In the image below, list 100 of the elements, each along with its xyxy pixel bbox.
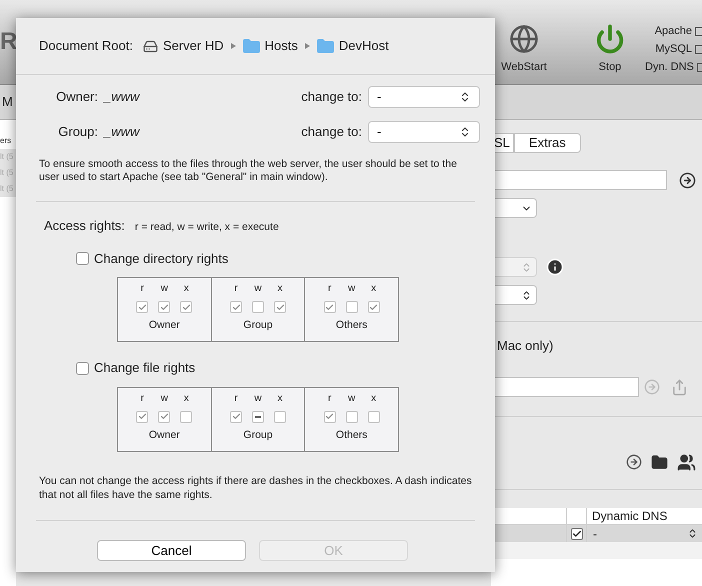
permission-checkbox[interactable] xyxy=(368,410,380,423)
owner-select[interactable]: - xyxy=(368,121,480,143)
app-logo: R xyxy=(0,30,18,54)
group-label: Owner xyxy=(148,428,180,443)
section-checkbox[interactable] xyxy=(76,362,89,374)
permission-letter: r xyxy=(140,392,144,405)
stepper-arrows-icon xyxy=(521,290,532,300)
dash-icon xyxy=(255,416,261,418)
folder-icon xyxy=(242,39,260,53)
section-label[interactable]: Change directory rights xyxy=(94,248,228,268)
permission-checkbox[interactable] xyxy=(346,301,358,314)
row-checkbox[interactable] xyxy=(570,528,582,540)
folder-icon[interactable] xyxy=(651,454,668,470)
permission-checkbox[interactable] xyxy=(252,301,264,314)
permission-letter: w xyxy=(348,392,356,405)
permission-checkbox[interactable] xyxy=(274,410,286,423)
permission-checkbox[interactable] xyxy=(180,410,192,423)
group-label: Others xyxy=(336,318,368,334)
permission-letter: r xyxy=(328,392,332,405)
check-icon xyxy=(138,412,147,422)
sidebar-item[interactable]: ers xyxy=(0,133,16,149)
check-icon xyxy=(182,302,191,312)
permission-letter: x xyxy=(278,392,282,405)
check-icon xyxy=(160,412,169,422)
check-icon xyxy=(160,302,169,312)
column-header[interactable]: Dynamic DNS xyxy=(586,508,702,524)
warning-text: You can not change the access rights if there are dashes in the checkboxes. A dash indicates that not all files have the same rights. xyxy=(39,474,472,502)
legend-text: r = read, w = write, x = execute xyxy=(134,220,279,235)
path-separator-icon xyxy=(230,43,236,49)
permission-checkbox[interactable] xyxy=(136,301,148,314)
permission-checkbox[interactable] xyxy=(180,301,192,314)
owner-label: Owner: xyxy=(55,88,98,106)
folder-icon xyxy=(316,39,334,53)
permission-checkbox[interactable] xyxy=(158,410,170,423)
section-label[interactable]: Change file rights xyxy=(94,358,196,378)
permission-letter: r xyxy=(140,283,144,296)
permission-checkbox[interactable] xyxy=(252,410,264,423)
stepper-arrows-icon xyxy=(459,126,471,138)
permission-letter: x xyxy=(371,392,376,405)
stepper-arrows-icon xyxy=(687,528,698,539)
owner-select[interactable]: - xyxy=(368,86,480,108)
hint-text: To ensure smooth access to the files through the web server, the user should be set to the user used to start Apache (see tab "General" in main window). xyxy=(39,158,458,184)
check-icon xyxy=(232,412,240,422)
permission-letter: r xyxy=(234,392,238,405)
dialog-button[interactable]: Cancel xyxy=(97,540,246,561)
group-label: Owner xyxy=(148,318,180,334)
check-icon xyxy=(232,302,240,312)
panel-tab[interactable]: Extras xyxy=(514,133,581,153)
toolbar-button[interactable]: WebStart xyxy=(494,0,554,84)
section-checkbox[interactable] xyxy=(76,252,89,265)
check-icon xyxy=(325,412,334,422)
permission-letter: x xyxy=(184,392,189,405)
check-icon xyxy=(369,302,378,312)
owner-value: _www xyxy=(104,88,141,106)
toolbar-button[interactable]: Stop xyxy=(585,0,635,84)
service-label: MySQL xyxy=(655,42,692,57)
path-item[interactable]: Server HD xyxy=(142,36,224,56)
permission-checkbox[interactable] xyxy=(136,410,148,423)
permission-letter: w xyxy=(254,283,262,296)
main-tab[interactable]: M xyxy=(2,92,13,112)
service-label: Dyn. DNS xyxy=(645,60,694,75)
permission-checkbox[interactable] xyxy=(274,301,286,314)
permission-letter: w xyxy=(348,283,356,296)
permission-checkbox[interactable] xyxy=(230,301,242,314)
users-icon[interactable] xyxy=(677,452,696,472)
share-icon xyxy=(671,378,688,396)
permission-letter: r xyxy=(328,283,332,296)
path-item[interactable]: Hosts xyxy=(242,36,298,56)
permission-checkbox[interactable] xyxy=(158,301,170,314)
stepper-arrows-icon xyxy=(459,91,471,103)
path-item[interactable]: DevHost xyxy=(316,36,389,56)
document-root-label: Document Root: xyxy=(39,37,133,56)
permission-letter: x xyxy=(184,283,189,296)
permission-letter: x xyxy=(278,283,282,296)
group-label: Others xyxy=(336,428,368,443)
permission-letter: r xyxy=(234,283,238,296)
check-icon xyxy=(138,302,147,312)
check-icon xyxy=(325,302,334,312)
permission-checkbox[interactable] xyxy=(324,410,336,423)
permission-checkbox[interactable] xyxy=(230,410,242,423)
change-to-label: change to: xyxy=(300,123,362,142)
info-icon[interactable] xyxy=(546,258,564,276)
permission-letter: w xyxy=(160,392,168,405)
power-icon xyxy=(595,24,625,54)
permission-letter: w xyxy=(160,283,168,296)
owner-value: _www xyxy=(104,123,141,142)
permission-checkbox[interactable] xyxy=(346,410,358,423)
change-to-label: change to: xyxy=(300,88,362,106)
permission-checkbox[interactable] xyxy=(324,301,336,314)
option-label: Mac only) xyxy=(497,338,554,354)
permission-checkbox[interactable] xyxy=(368,301,380,314)
group-label: Group xyxy=(243,428,273,443)
check-icon xyxy=(572,528,582,538)
group-label: Group xyxy=(243,318,273,334)
globe-icon xyxy=(509,24,539,54)
stepper-arrows-icon xyxy=(521,262,532,272)
service-label: Apache xyxy=(654,24,692,39)
permission-letter: x xyxy=(371,283,376,296)
access-rights-label: Access rights: xyxy=(44,217,125,235)
check-icon xyxy=(276,302,284,312)
